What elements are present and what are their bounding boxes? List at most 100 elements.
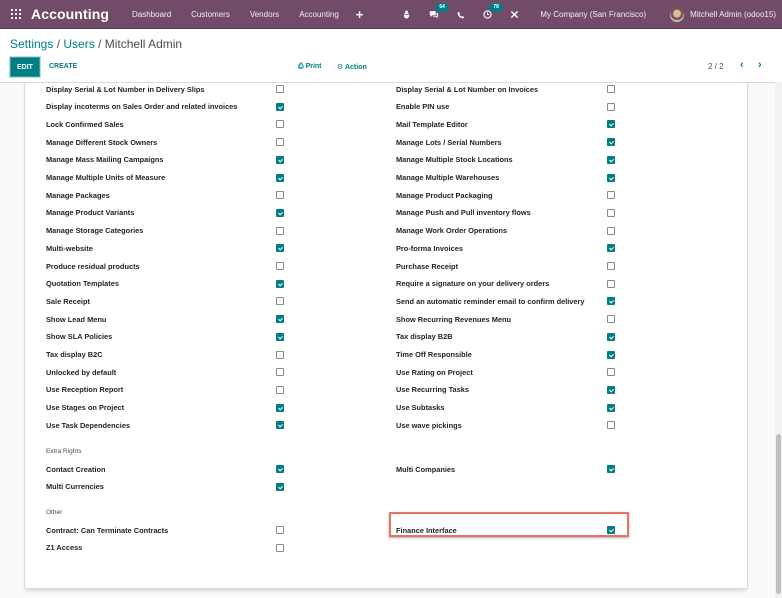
permission-row: Lock Confirmed Sales — [46, 117, 124, 131]
permission-label: Manage Packages — [46, 190, 110, 200]
tools-icon[interactable] — [510, 10, 519, 19]
permission-row: Manage Multiple Warehouses — [396, 171, 499, 185]
permission-row: Mail Template Editor — [396, 117, 468, 131]
scrollbar-thumb[interactable] — [776, 434, 781, 594]
permission-checkbox[interactable] — [607, 173, 615, 182]
permission-checkbox[interactable] — [607, 226, 615, 235]
permission-checkbox[interactable] — [276, 315, 284, 324]
user-avatar[interactable] — [670, 7, 685, 22]
create-button[interactable]: CREATE — [49, 63, 77, 70]
permission-checkbox[interactable] — [276, 155, 284, 164]
bug-icon[interactable] — [402, 10, 411, 19]
permission-checkbox[interactable] — [607, 368, 615, 377]
add-menu-button[interactable]: + — [356, 7, 364, 22]
apps-grid-icon[interactable] — [11, 9, 21, 19]
permission-label: Display incoterms on Sales Order and rel… — [46, 102, 238, 112]
menu-accounting[interactable]: Accounting — [299, 10, 339, 19]
activities-count-badge: 78 — [489, 3, 503, 12]
permission-checkbox[interactable] — [276, 226, 284, 235]
permission-checkbox[interactable] — [607, 315, 615, 324]
permission-checkbox[interactable] — [607, 403, 615, 412]
breadcrumb-users[interactable]: Users — [63, 37, 94, 51]
permission-checkbox[interactable] — [276, 368, 284, 377]
permission-checkbox[interactable] — [607, 208, 615, 217]
phone-icon[interactable] — [457, 11, 465, 19]
breadcrumb-settings[interactable]: Settings — [10, 37, 53, 51]
permission-checkbox[interactable] — [607, 465, 615, 473]
action-button[interactable]: ⚙ Action — [337, 63, 367, 71]
permission-checkbox[interactable] — [276, 350, 284, 359]
permission-checkbox[interactable] — [276, 403, 284, 412]
permission-checkbox[interactable] — [276, 421, 284, 430]
permission-checkbox[interactable] — [276, 102, 284, 111]
permission-checkbox[interactable] — [276, 208, 284, 217]
permission-checkbox[interactable] — [607, 244, 615, 253]
permission-checkbox[interactable] — [276, 297, 284, 306]
permission-checkbox[interactable] — [276, 120, 284, 129]
permission-row: Contract: Can Terminate Contracts — [46, 523, 168, 537]
permission-row: Multi-website — [46, 241, 93, 255]
menu-customers[interactable]: Customers — [191, 10, 230, 19]
permission-label: Manage Multiple Stock Locations — [396, 155, 513, 165]
permission-checkbox[interactable] — [276, 465, 284, 473]
pager-value[interactable]: 2 / 2 — [708, 62, 724, 71]
permission-checkbox[interactable] — [607, 191, 615, 200]
other-title: Other — [46, 509, 63, 516]
permission-checkbox[interactable] — [276, 244, 284, 253]
permission-checkbox[interactable] — [607, 526, 615, 534]
permission-checkbox[interactable] — [276, 482, 284, 491]
permission-checkbox[interactable] — [276, 385, 284, 394]
permission-row: Tax display B2B — [396, 330, 453, 344]
permission-label: Purchase Receipt — [396, 261, 459, 271]
permission-checkbox[interactable] — [276, 279, 284, 288]
permission-checkbox[interactable] — [276, 526, 284, 534]
scrollbar[interactable] — [775, 82, 782, 598]
edit-button[interactable]: EDIT — [10, 57, 40, 77]
permission-checkbox[interactable] — [607, 85, 615, 93]
app-brand[interactable]: Accounting — [31, 6, 109, 22]
permission-checkbox[interactable] — [276, 138, 284, 147]
permission-checkbox[interactable] — [276, 543, 284, 552]
user-menu[interactable]: Mitchell Admin (odoo15) — [690, 10, 776, 19]
permission-row: Use wave pickings — [396, 418, 462, 432]
permission-checkbox[interactable] — [276, 191, 284, 200]
permission-row: Use Recurring Tasks — [396, 383, 469, 397]
permission-row: Contact Creation — [46, 462, 106, 476]
breadcrumb-current: Mitchell Admin — [104, 37, 183, 51]
permission-label: Tax display B2B — [396, 332, 453, 342]
permission-row: Multi Companies — [396, 462, 455, 476]
clock-icon[interactable]: 78 — [483, 3, 503, 19]
permission-row: Finance Interface — [396, 523, 457, 537]
permission-row: Quotation Templates — [46, 277, 119, 291]
permission-row: Manage Different Stock Owners — [46, 135, 157, 149]
permission-row: Use Stages on Project — [46, 401, 124, 415]
permission-checkbox[interactable] — [607, 385, 615, 394]
print-button[interactable]: ⎙ Print — [298, 63, 322, 71]
company-switcher[interactable]: My Company (San Francisco) — [540, 10, 646, 19]
permission-checkbox[interactable] — [607, 102, 615, 111]
menu-dashboard[interactable]: Dashboard — [132, 10, 171, 19]
chevron-right-icon[interactable]: › — [758, 59, 762, 71]
permission-label: Contract: Can Terminate Contracts — [46, 525, 169, 535]
permission-row: Display Serial & Lot Number on Invoices — [396, 83, 538, 96]
permission-row: Show SLA Policies — [46, 330, 112, 344]
menu-vendors[interactable]: Vendors — [250, 10, 279, 19]
permission-label: Manage Multiple Units of Measure — [46, 173, 166, 182]
permission-checkbox[interactable] — [607, 138, 615, 147]
permission-checkbox[interactable] — [607, 279, 615, 288]
permission-checkbox[interactable] — [607, 297, 615, 306]
permission-checkbox[interactable] — [607, 120, 615, 129]
permission-checkbox[interactable] — [607, 332, 615, 341]
permission-checkbox[interactable] — [276, 332, 284, 341]
chevron-left-icon[interactable]: ‹ — [740, 59, 744, 71]
permission-checkbox[interactable] — [607, 155, 615, 164]
permission-checkbox[interactable] — [607, 421, 615, 430]
permission-label: Manage Product Packaging — [396, 190, 493, 200]
permission-checkbox[interactable] — [276, 173, 284, 182]
permission-checkbox[interactable] — [276, 85, 284, 93]
permission-checkbox[interactable] — [607, 350, 615, 359]
permission-checkbox[interactable] — [607, 262, 615, 270]
permission-label: Produce residual products — [46, 261, 140, 271]
permission-checkbox[interactable] — [276, 262, 284, 270]
chat-icon[interactable]: 64 — [429, 3, 449, 19]
